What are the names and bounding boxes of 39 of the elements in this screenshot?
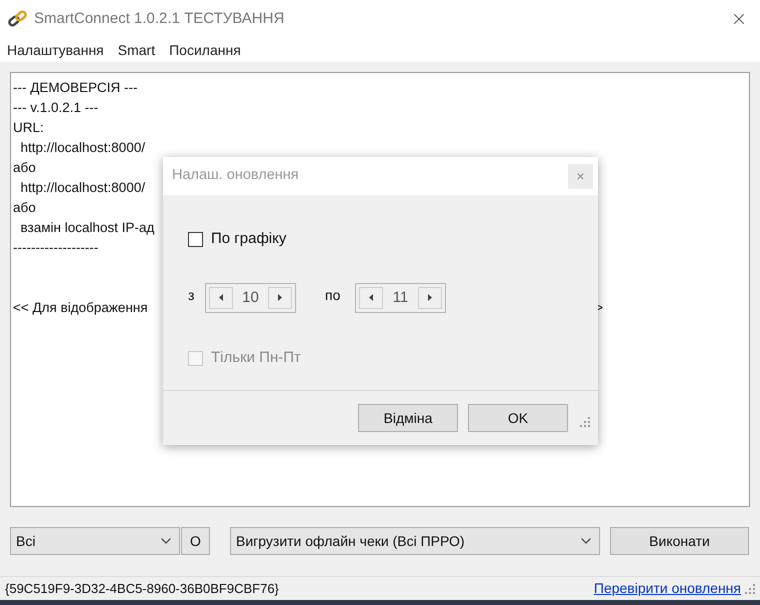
chain-link-icon [8, 9, 28, 29]
to-label: по [325, 286, 342, 306]
check-updates-link[interactable]: Перевірити оновлення [594, 578, 741, 599]
log-line: << Для відображення [13, 298, 148, 317]
right-triangle-icon [278, 294, 282, 302]
checkbox[interactable] [188, 232, 203, 247]
action-dropdown[interactable]: Вигрузити офлайн чеки (Всі ПРРО) [230, 527, 600, 555]
from-label: з [188, 286, 196, 306]
log-line: URL: [13, 118, 44, 137]
log-line: --- v.1.0.2.1 --- [13, 98, 98, 117]
decrement-button[interactable] [359, 286, 383, 309]
menu-item[interactable]: Smart [118, 40, 156, 60]
checkbox-label: По графіку [211, 229, 286, 249]
log-line: або [13, 158, 36, 177]
status-id: {59C519F9-3D32-4BC5-8960-36B0BF9CBF76} [5, 580, 280, 598]
dialog-button[interactable]: Відміна [358, 404, 458, 432]
log-line: http://localhost:8000/ [20, 178, 146, 197]
run-button[interactable]: Виконати [610, 527, 749, 555]
filter-dropdown[interactable]: Всі [10, 527, 180, 555]
log-line: --- ДЕМОВЕРСІЯ --- [13, 78, 138, 97]
checkbox-label: Тільки Пн-Пт [211, 348, 301, 368]
log-line: взамін localhost IP-ад [20, 218, 154, 237]
right-triangle-icon [428, 294, 432, 302]
o-button[interactable]: O [181, 527, 210, 555]
menu-item[interactable]: Налаштування [7, 40, 104, 60]
log-line: або [13, 198, 36, 217]
increment-button[interactable] [268, 286, 292, 309]
log-line: http://localhost:8000/ [20, 138, 146, 157]
increment-button[interactable] [418, 286, 442, 309]
dialog-title: Налаш. оновлення [172, 166, 300, 186]
left-triangle-icon [219, 294, 223, 302]
menu-item[interactable]: Посилання [169, 40, 241, 60]
left-triangle-icon [369, 294, 373, 302]
window-title: SmartConnect 1.0.2.1 ТЕСТУВАННЯ [34, 8, 284, 29]
dialog-button[interactable]: OK [468, 404, 568, 432]
decrement-button[interactable] [209, 286, 233, 309]
log-line: ------------------- [13, 238, 98, 257]
resize-grip-icon [745, 584, 755, 594]
resize-grip-icon [580, 417, 590, 427]
